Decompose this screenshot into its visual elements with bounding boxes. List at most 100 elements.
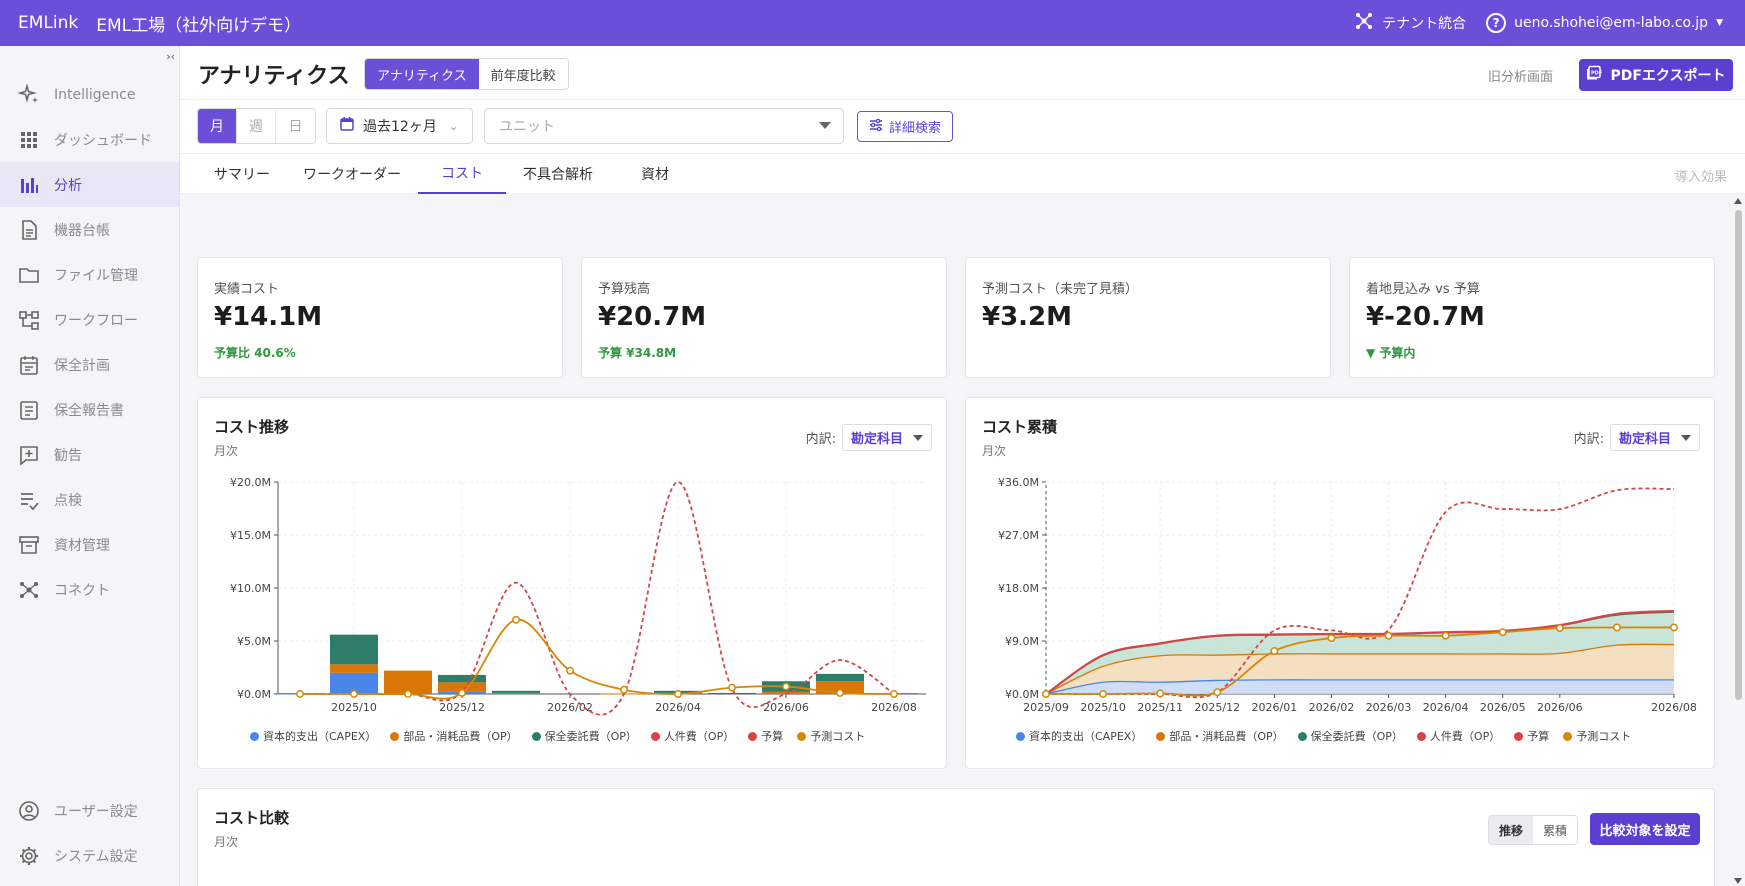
forecast-point[interactable] xyxy=(674,690,682,698)
sidebar-item-network[interactable]: コネクト xyxy=(0,567,179,612)
legend-item[interactable]: 予算 xyxy=(1514,728,1549,744)
sidebar-item-workflow[interactable]: ワークフロー xyxy=(0,297,179,342)
bar-segment[interactable] xyxy=(492,690,540,693)
unit-select[interactable]: ユニット xyxy=(484,108,844,144)
set-compare-button[interactable]: 比較対象を設定 xyxy=(1590,813,1700,845)
sidebar-item-sparkle[interactable]: Intelligence xyxy=(0,72,179,117)
forecast-point[interactable] xyxy=(836,688,844,697)
legend-item[interactable]: 保全委託費（OP） xyxy=(1297,728,1403,744)
sidebar-item-folder[interactable]: ファイル管理 xyxy=(0,252,179,297)
help-icon[interactable]: ? xyxy=(1486,13,1507,33)
forecast-point[interactable] xyxy=(1612,623,1621,632)
y-tick-label: ¥15.0M xyxy=(230,529,271,542)
forecast-point[interactable] xyxy=(620,685,628,694)
factory-name[interactable]: EML工場（社外向けデモ） xyxy=(96,11,301,36)
sidebar-item-label: 勧告 xyxy=(54,447,82,464)
bar-segment[interactable] xyxy=(492,692,540,694)
legend-item[interactable]: 資本的支出（CAPEX） xyxy=(1016,728,1142,744)
forecast-point[interactable] xyxy=(458,688,466,697)
forecast-point[interactable] xyxy=(1670,623,1678,632)
legend-item[interactable]: 人件費（OP） xyxy=(1416,728,1500,744)
legend-item[interactable]: 部品・消耗品費（OP） xyxy=(390,728,518,744)
effect-link[interactable]: 導入効果 xyxy=(1675,166,1727,185)
forecast-point[interactable] xyxy=(1498,628,1507,637)
folder-icon xyxy=(18,264,40,286)
pdf-export-button[interactable]: PDF PDFエクスポート xyxy=(1579,59,1733,91)
forecast-point[interactable] xyxy=(1384,631,1393,640)
forecast-point[interactable] xyxy=(1156,689,1165,698)
legend-swatch xyxy=(250,731,259,741)
legend-swatch xyxy=(1563,731,1573,741)
forecast-point[interactable] xyxy=(1270,647,1279,655)
page-header: アナリティクス アナリティクス 前年度比較 旧分析画面 PDF PDFエクスポー… xyxy=(180,46,1745,100)
view-tab-yoy[interactable]: 前年度比較 xyxy=(478,59,568,89)
forecast-point[interactable] xyxy=(1441,631,1450,640)
chart-legend: 資本的支出（CAPEX） 部品・消耗品費（OP） 保全委託費（OP） 人件費（OP） 予… xyxy=(1016,728,1631,744)
legend-item[interactable]: 予測コスト xyxy=(797,728,865,744)
forecast-point[interactable] xyxy=(782,682,790,691)
compare-mode-trend[interactable]: 推移 xyxy=(1488,816,1533,844)
legend-item[interactable]: 予算 xyxy=(748,728,783,744)
user-menu[interactable]: ? ueno.shohei@em-labo.co.jp ▼ xyxy=(1486,13,1723,33)
forecast-point[interactable] xyxy=(296,690,304,698)
x-tick-label: 2026/06 xyxy=(1537,701,1583,714)
bar-segment[interactable] xyxy=(438,674,486,683)
forecast-point[interactable] xyxy=(1555,624,1564,632)
legend-label: 予測コスト xyxy=(810,730,866,743)
forecast-point[interactable] xyxy=(1327,634,1336,643)
advanced-search-button[interactable]: 詳細検索 xyxy=(857,111,953,142)
bar-segment[interactable] xyxy=(330,664,378,673)
collapse-sidebar-icon[interactable]: ›‹ xyxy=(166,50,175,63)
legend-item[interactable]: 資本的支出（CAPEX） xyxy=(250,728,376,744)
tab-workorder[interactable]: ワークオーダー xyxy=(303,154,401,194)
brand-logo[interactable]: EMLink xyxy=(18,13,78,33)
scroll-up-icon[interactable] xyxy=(1734,198,1742,204)
forecast-point[interactable] xyxy=(1042,690,1050,698)
view-tab-analytics[interactable]: アナリティクス xyxy=(365,59,479,89)
sidebar-item-calendar[interactable]: 保全計画 xyxy=(0,342,179,387)
tab-failure-analysis[interactable]: 不具合解析 xyxy=(523,154,593,194)
sidebar-item-label: 機器台帳 xyxy=(54,222,110,239)
legend-item[interactable]: 部品・消耗品費（OP） xyxy=(1156,728,1284,744)
tab-materials[interactable]: 資材 xyxy=(641,154,669,194)
tenant-switch[interactable]: テナント統合 xyxy=(1354,11,1466,35)
forecast-point[interactable] xyxy=(1099,690,1108,698)
sidebar-item-report[interactable]: 保全報告書 xyxy=(0,387,179,432)
bar-segment[interactable] xyxy=(762,691,810,694)
bar-segment[interactable] xyxy=(816,673,864,682)
forecast-point[interactable] xyxy=(566,666,574,675)
sidebar-item-bar-chart[interactable]: 分析 xyxy=(0,162,179,207)
x-tick-label: 2025/10 xyxy=(331,701,377,714)
forecast-point[interactable] xyxy=(404,690,412,698)
tab-cost[interactable]: コスト xyxy=(418,154,506,194)
sidebar-item-gear[interactable]: システム設定 xyxy=(0,833,179,878)
sidebar-item-document[interactable]: 機器台帳 xyxy=(0,207,179,252)
bar-segment[interactable] xyxy=(708,692,756,694)
old-analysis-link[interactable]: 旧分析画面 xyxy=(1488,66,1553,85)
sidebar-item-checklist[interactable]: 点検 xyxy=(0,477,179,522)
legend-item[interactable]: 人件費（OP） xyxy=(650,728,734,744)
forecast-point[interactable] xyxy=(890,690,898,698)
forecast-point[interactable] xyxy=(1213,688,1222,697)
compare-mode-cumulative[interactable]: 累積 xyxy=(1532,816,1577,844)
sidebar-item-grid[interactable]: ダッシュボード xyxy=(0,117,179,162)
forecast-point[interactable] xyxy=(350,690,358,698)
period-month[interactable]: 月 xyxy=(198,109,237,143)
period-week[interactable]: 週 xyxy=(237,109,276,143)
legend-item[interactable]: 保全委託費（OP） xyxy=(531,728,637,744)
kpi-value: ¥14.1M xyxy=(214,302,323,332)
sidebar-item-advice[interactable]: 勧告 xyxy=(0,432,179,477)
scrollbar-thumb[interactable] xyxy=(1735,210,1742,700)
sidebar-item-user[interactable]: ユーザー設定 xyxy=(0,788,179,833)
scrollbar[interactable] xyxy=(1733,196,1743,886)
forecast-point[interactable] xyxy=(728,683,736,692)
tab-summary[interactable]: サマリー xyxy=(214,154,270,194)
forecast-point[interactable] xyxy=(512,615,520,624)
sidebar-item-archive[interactable]: 資材管理 xyxy=(0,522,179,567)
scroll-down-icon[interactable] xyxy=(1734,878,1742,884)
legend-item[interactable]: 予測コスト xyxy=(1563,728,1631,744)
range-select[interactable]: 過去12ヶ月 ⌄ xyxy=(326,108,473,144)
sidebar-item-label: システム設定 xyxy=(54,848,138,865)
period-day[interactable]: 日 xyxy=(276,109,315,143)
bar-segment[interactable] xyxy=(330,634,378,665)
